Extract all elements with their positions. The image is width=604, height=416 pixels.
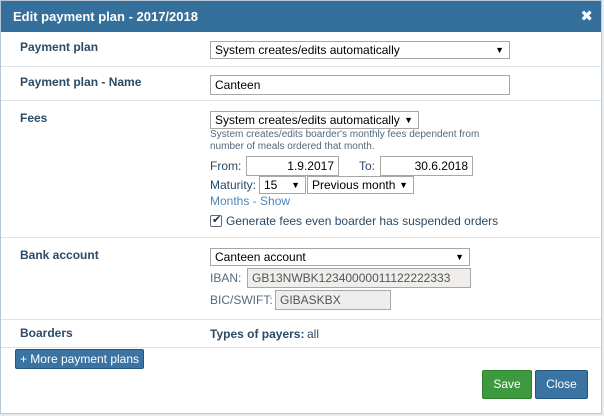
types-of-payers-label: Types of payers: — [210, 327, 305, 341]
to-date-input[interactable]: 30.6.2018 — [380, 156, 473, 176]
iban-field: GB13NWBK12340000011122222333 — [247, 268, 471, 288]
save-button[interactable]: Save — [482, 370, 532, 399]
fees-label: Fees — [20, 111, 48, 125]
maturity-label: Maturity: — [210, 178, 257, 192]
payment-plan-row: Payment plan System creates/edits automa… — [1, 32, 601, 67]
chevron-down-icon: ▼ — [404, 115, 413, 125]
dialog-titlebar: Edit payment plan - 2017/2018 ✖ — [1, 1, 601, 32]
maturity-day-value: 15 — [264, 178, 278, 192]
bic-field: GIBASKBX — [275, 290, 391, 310]
plan-name-row: Payment plan - Name Canteen — [1, 67, 601, 101]
to-label: To: — [359, 159, 376, 173]
fees-help-line-2: number of meals ordered that month. — [210, 141, 375, 152]
types-of-payers-value: all — [307, 327, 320, 341]
maturity-month-select[interactable]: Previous month ▼ — [307, 176, 414, 194]
maturity-day-select[interactable]: 15 ▼ — [259, 176, 306, 194]
from-label: From: — [210, 159, 242, 173]
dialog-title: Edit payment plan - 2017/2018 — [13, 9, 198, 24]
bic-label: BIC/SWIFT: — [210, 293, 273, 307]
fees-mode-select[interactable]: System creates/edits automatically ▼ — [210, 111, 419, 129]
fees-help-line-1: System creates/edits boarder's monthly f… — [210, 129, 480, 140]
generate-fees-label: Generate fees even boarder has suspended… — [226, 214, 499, 228]
payment-plan-label: Payment plan — [20, 40, 99, 54]
maturity-month-value: Previous month — [312, 178, 396, 192]
edit-payment-plan-dialog: Edit payment plan - 2017/2018 ✖ Payment … — [0, 0, 602, 414]
payment-plan-selected-value: System creates/edits automatically — [215, 43, 400, 57]
iban-label: IBAN: — [210, 271, 242, 285]
generate-fees-checkbox[interactable] — [210, 213, 222, 227]
plan-name-input[interactable]: Canteen — [210, 75, 510, 95]
chevron-down-icon: ▼ — [291, 180, 300, 190]
from-date-input[interactable]: 1.9.2017 — [246, 156, 339, 176]
fees-row: Fees System creates/edits automatically … — [1, 101, 601, 238]
chevron-down-icon: ▼ — [399, 180, 408, 190]
bank-account-selected-value: Canteen account — [215, 250, 306, 264]
bank-account-row: Bank account Canteen account ▼ IBAN: GB1… — [1, 238, 601, 320]
boarders-label: Boarders — [20, 326, 73, 340]
boarders-row: Boarders Types of payers: all — [1, 320, 601, 348]
payment-plan-select[interactable]: System creates/edits automatically ▼ — [210, 41, 510, 59]
plan-name-label: Payment plan - Name — [20, 75, 142, 89]
close-button[interactable]: Close — [535, 370, 588, 399]
chevron-down-icon: ▼ — [455, 252, 464, 262]
bank-account-select[interactable]: Canteen account ▼ — [210, 248, 470, 266]
months-show-link[interactable]: Months - Show — [210, 194, 290, 208]
more-payment-plans-button[interactable]: + More payment plans — [15, 349, 144, 369]
close-icon[interactable]: ✖ — [580, 1, 593, 32]
chevron-down-icon: ▼ — [495, 45, 504, 55]
bank-account-label: Bank account — [20, 248, 99, 262]
fees-mode-selected-value: System creates/edits automatically — [215, 113, 400, 127]
